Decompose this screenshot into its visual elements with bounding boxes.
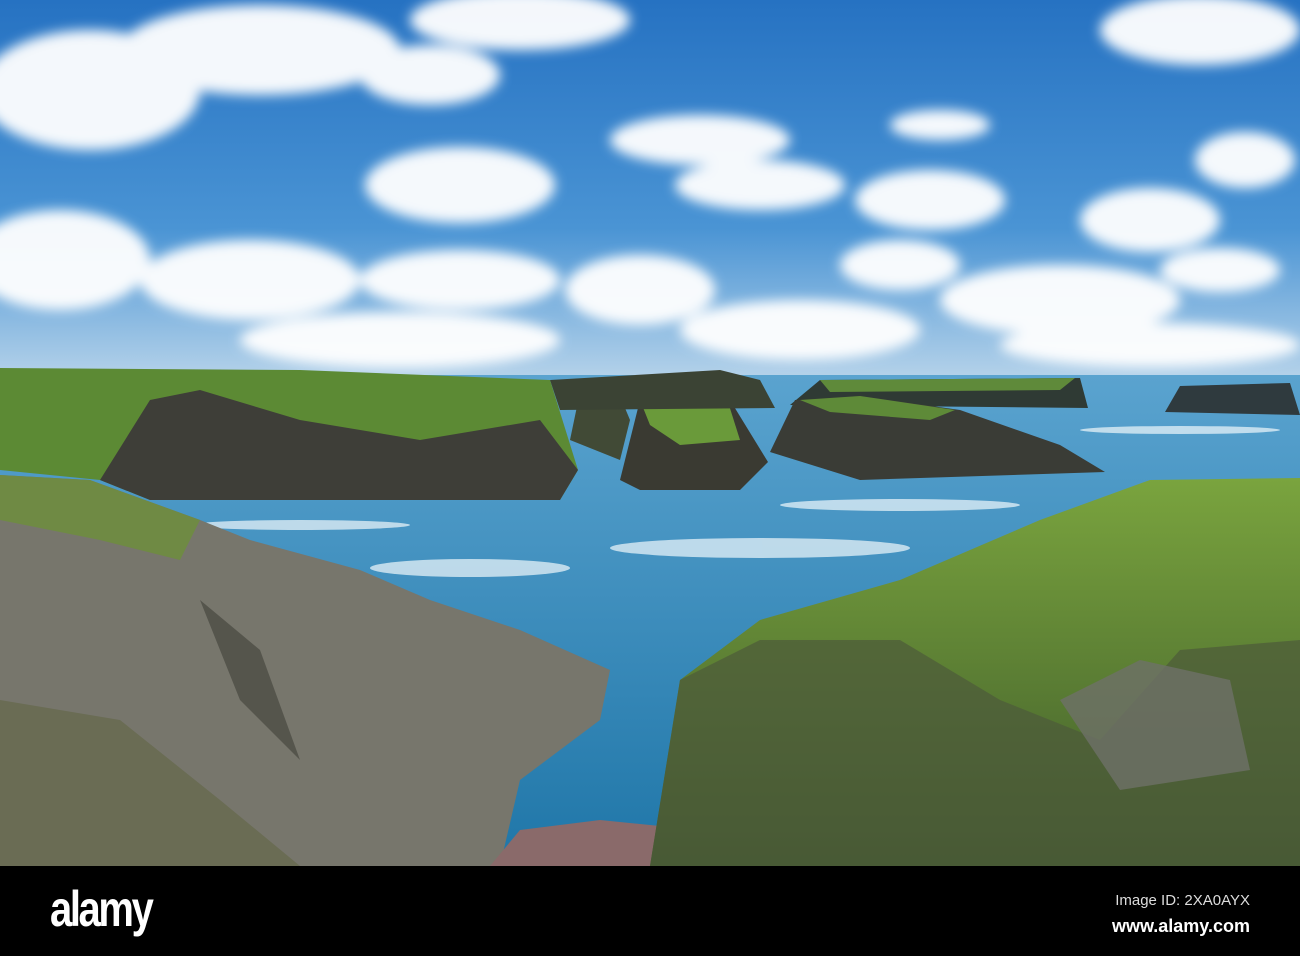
alamy-logo: alamy [50,881,154,937]
watermark-bar: alamy Image ID: 2XA0AYX www.alamy.com [0,866,1300,956]
watermark-url: www.alamy.com [1111,916,1250,936]
photo-stage: alamy Image ID: 2XA0AYX www.alamy.com [0,0,1300,956]
image-id: Image ID: 2XA0AYX [1115,892,1250,909]
coastal-landscape-photo [0,0,1300,866]
